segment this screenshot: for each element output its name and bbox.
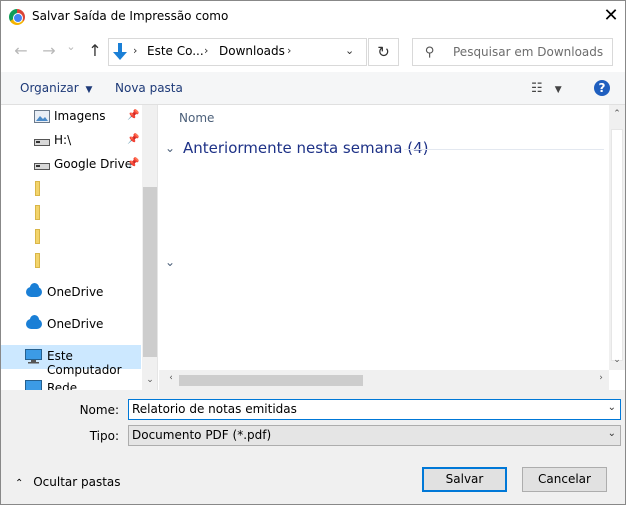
help-icon[interactable]: ? [594, 80, 610, 96]
scroll-up-icon[interactable]: ⌃ [609, 109, 625, 119]
sidebar-item-label: H:\ [54, 133, 72, 147]
sidebar-item-label: OneDrive [47, 317, 104, 331]
column-header-name[interactable]: Nome [179, 111, 214, 125]
folder-icon [35, 253, 40, 268]
sidebar-item-label: Este Computador [47, 349, 122, 377]
breadcrumb-separator-icon: › [133, 44, 138, 57]
file-list: Nome ⌄ Anteriormente nesta semana (4) ⌄ … [159, 105, 625, 390]
network-icon [25, 380, 42, 390]
chevron-down-icon[interactable]: ⌄ [165, 255, 175, 269]
sidebar-item-folder[interactable] [1, 177, 141, 201]
sidebar-item-drive-h[interactable]: H:\ 📌 [1, 129, 141, 153]
organize-button[interactable]: Organizar ▼ [20, 81, 92, 95]
organize-label: Organizar [20, 81, 79, 95]
chevron-up-icon: ⌃ [15, 478, 24, 489]
search-input[interactable]: ⚲ Pesquisar em Downloads [412, 38, 613, 66]
dialog-title: Salvar Saída de Impressão como [32, 9, 229, 23]
sidebar-item-este-computador[interactable]: Este Computador [1, 345, 141, 377]
name-label: Nome: [79, 403, 119, 417]
vertical-scroll-thumb[interactable] [611, 129, 623, 361]
sidebar-item-label: Rede [47, 381, 78, 390]
group-header[interactable]: Anteriormente nesta semana (4) [183, 139, 428, 157]
chevron-down-icon: ▼ [85, 85, 93, 95]
pin-icon: 📌 [127, 110, 140, 121]
search-icon: ⚲ [425, 45, 435, 60]
up-arrow-icon[interactable]: ↑ [85, 41, 105, 60]
computer-icon [25, 349, 42, 364]
sidebar-item-folder[interactable] [1, 201, 141, 225]
folder-icon [35, 205, 40, 220]
filetype-select[interactable]: Documento PDF (*.pdf) ⌄ [128, 425, 621, 446]
navigation-bar: ← → ⌄ ↑ › Este Co... › Downloads › ⌄ ↻ ⚲… [1, 32, 625, 72]
back-arrow-icon[interactable]: ← [11, 41, 31, 60]
chrome-icon [9, 9, 25, 25]
scroll-right-icon[interactable]: › [593, 373, 609, 383]
scroll-left-icon[interactable]: ‹ [163, 373, 179, 383]
hide-folders-label: Ocultar pastas [33, 475, 121, 489]
type-label: Tipo: [89, 429, 119, 443]
download-folder-icon [113, 43, 127, 60]
drive-icon [34, 163, 50, 170]
horizontal-scroll-thumb[interactable] [179, 375, 363, 386]
cloud-icon [26, 283, 42, 297]
forward-arrow-icon[interactable]: → [39, 41, 59, 60]
save-dialog: Salvar Saída de Impressão como ✕ ← → ⌄ ↑… [0, 0, 626, 505]
group-divider [404, 149, 604, 150]
cancel-button[interactable]: Cancelar [522, 467, 607, 492]
recent-locations-icon[interactable]: ⌄ [61, 40, 81, 53]
sidebar-item-google-drive[interactable]: Google Drive 📌 [1, 153, 141, 177]
close-icon[interactable]: ✕ [600, 5, 622, 27]
save-form: Nome: Relatorio de notas emitidas ⌄ Tipo… [1, 390, 625, 504]
sidebar-item-label: OneDrive [47, 285, 104, 299]
filetype-value: Documento PDF (*.pdf) [132, 428, 272, 442]
sidebar-scroll-thumb[interactable] [143, 187, 157, 357]
drive-icon [34, 139, 50, 146]
chevron-down-icon[interactable]: ⌄ [608, 402, 616, 413]
sidebar-item-onedrive[interactable]: OneDrive [1, 313, 141, 337]
sidebar-item-folder[interactable] [1, 225, 141, 249]
sidebar-item-onedrive[interactable]: OneDrive [1, 281, 141, 305]
new-folder-button[interactable]: Nova pasta [115, 81, 183, 95]
pin-icon: 📌 [127, 134, 140, 145]
view-options-icon[interactable]: ☷ ▼ [531, 81, 562, 96]
breadcrumb-este-computador[interactable]: Este Co... [147, 44, 204, 58]
pictures-icon [34, 110, 50, 123]
sidebar-item-label: Imagens [54, 109, 106, 123]
breadcrumb-separator-icon: › [204, 44, 209, 57]
sidebar-item-folder[interactable] [1, 249, 141, 273]
breadcrumb-separator-icon: › [287, 44, 292, 57]
address-bar[interactable]: › Este Co... › Downloads › ⌄ [108, 38, 367, 66]
filename-input[interactable]: Relatorio de notas emitidas ⌄ [128, 399, 621, 420]
breadcrumb-downloads[interactable]: Downloads [219, 44, 285, 58]
sidebar-item-imagens[interactable]: Imagens 📌 [1, 105, 141, 129]
scroll-down-icon[interactable]: ⌄ [142, 375, 157, 385]
save-button[interactable]: Salvar [422, 467, 507, 492]
chevron-down-icon: ⌄ [607, 428, 616, 439]
scroll-down-icon[interactable]: ⌄ [609, 355, 625, 365]
cloud-icon [26, 315, 42, 329]
pin-icon: 📌 [127, 158, 140, 169]
chevron-down-icon[interactable]: ⌄ [345, 44, 354, 57]
navigation-pane: Imagens 📌 H:\ 📌 Google Drive 📌 OneDrive … [1, 105, 158, 390]
sidebar-item-rede[interactable]: Rede [1, 377, 141, 390]
folder-icon [35, 229, 40, 244]
folder-icon [35, 181, 40, 196]
title-bar: Salvar Saída de Impressão como ✕ [1, 1, 625, 32]
command-bar: Organizar ▼ Nova pasta ☷ ▼ ? [1, 72, 625, 105]
hide-folders-button[interactable]: ⌃ Ocultar pastas [15, 475, 121, 489]
chevron-down-icon[interactable]: ⌄ [165, 141, 175, 155]
sidebar-item-label: Google Drive [54, 157, 133, 171]
refresh-icon[interactable]: ↻ [368, 38, 399, 66]
filename-value: Relatorio de notas emitidas [132, 402, 297, 416]
search-placeholder: Pesquisar em Downloads [453, 45, 604, 59]
